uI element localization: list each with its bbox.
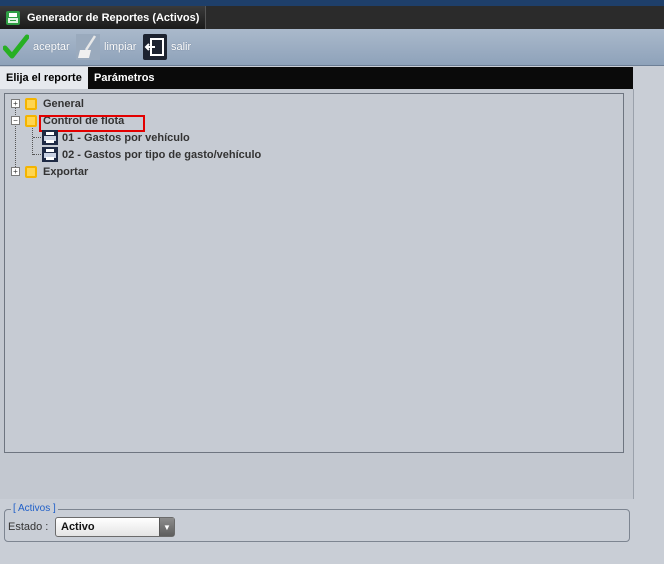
- printer-icon: [42, 147, 58, 162]
- tree-node-label: 01 - Gastos por vehículo: [62, 131, 190, 144]
- tab-elija-reporte[interactable]: Elija el reporte: [0, 67, 88, 89]
- tab-bar: Elija el reporte Parámetros: [0, 67, 633, 89]
- tree-node-label: 02 - Gastos por tipo de gasto/vehículo: [62, 148, 262, 161]
- tree-node-general[interactable]: General: [24, 95, 84, 112]
- tree-node-label: General: [43, 97, 84, 110]
- tree-node-report-01[interactable]: 01 - Gastos por vehículo: [42, 129, 190, 146]
- tree-node-report-02[interactable]: 02 - Gastos por tipo de gasto/vehículo: [42, 146, 261, 163]
- printer-icon: [42, 130, 58, 145]
- tree-node-label: Exportar: [43, 165, 89, 178]
- tab-parametros[interactable]: Parámetros: [88, 67, 161, 89]
- estado-label: Estado :: [8, 521, 49, 533]
- filter-legend: [ Activos ]: [11, 503, 58, 514]
- estado-select[interactable]: Activo ▼: [55, 517, 175, 537]
- report-app-icon: [6, 10, 20, 25]
- broom-icon: [76, 34, 100, 60]
- activos-filter-group: [ Activos ] Estado : Activo ▼: [4, 503, 630, 542]
- folder-icon: [25, 97, 37, 110]
- folder-open-icon: [25, 114, 37, 127]
- chevron-down-icon[interactable]: ▼: [159, 518, 174, 536]
- expand-general-toggle[interactable]: +: [11, 99, 20, 108]
- window-titlebar: Generador de Reportes (Activos): [0, 6, 664, 29]
- clear-button[interactable]: limpiar: [76, 33, 136, 61]
- clear-label: limpiar: [104, 41, 137, 53]
- accept-button[interactable]: aceptar: [3, 33, 70, 61]
- checkmark-icon: [3, 34, 29, 59]
- exit-button[interactable]: salir: [143, 33, 191, 61]
- window-tab[interactable]: Generador de Reportes (Activos): [0, 6, 206, 29]
- exit-door-icon: [143, 34, 167, 60]
- toolbar: aceptar limpiar salir: [0, 29, 664, 66]
- report-tree: + General − Control de flota 01 - Gastos…: [4, 93, 624, 453]
- exit-label: salir: [171, 41, 192, 53]
- window-title: Generador de Reportes (Activos): [27, 11, 200, 24]
- tree-connector: [15, 103, 16, 171]
- collapse-control-flota-toggle[interactable]: −: [11, 116, 20, 125]
- tree-connector: [32, 126, 33, 155]
- expand-exportar-toggle[interactable]: +: [11, 167, 20, 176]
- estado-selected-value: Activo: [61, 521, 95, 533]
- tree-node-exportar[interactable]: Exportar: [24, 163, 88, 180]
- folder-icon: [25, 165, 37, 178]
- accept-label: aceptar: [33, 41, 70, 53]
- report-panel: + General − Control de flota 01 - Gastos…: [0, 89, 634, 499]
